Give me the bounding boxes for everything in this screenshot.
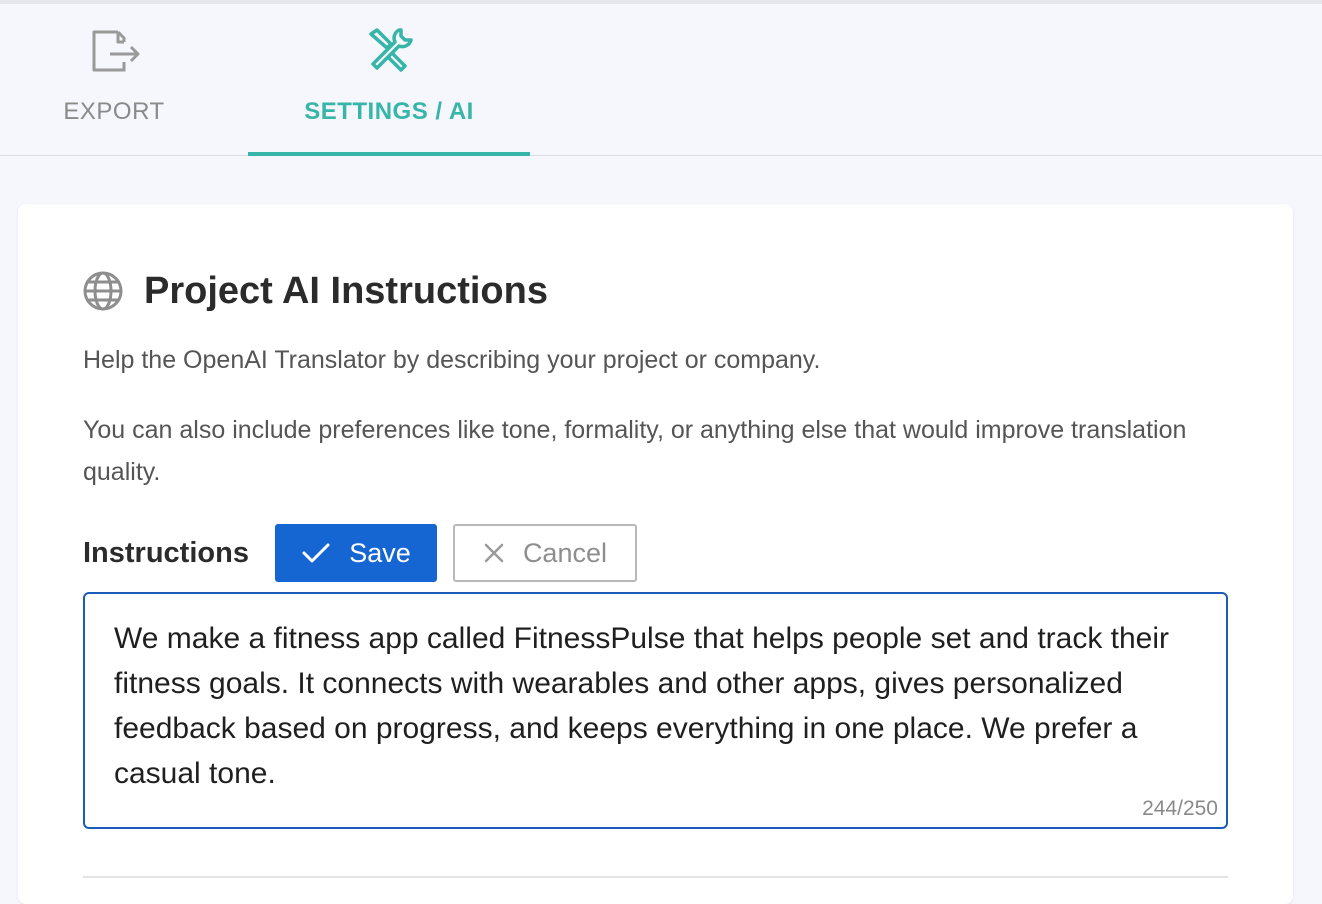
cancel-button[interactable]: Cancel bbox=[452, 524, 637, 582]
cancel-button-label: Cancel bbox=[522, 537, 607, 568]
tools-icon bbox=[365, 26, 413, 79]
ai-instructions-card: Project AI Instructions Help the OpenAI … bbox=[18, 204, 1293, 904]
instructions-toolbar: Instructions Save Cancel bbox=[83, 524, 637, 582]
tab-settings-ai[interactable]: SETTINGS / AI bbox=[248, 4, 530, 156]
globe-icon bbox=[82, 270, 124, 312]
card-header: Project AI Instructions bbox=[82, 268, 548, 314]
page-title: Project AI Instructions bbox=[144, 269, 548, 312]
save-button[interactable]: Save bbox=[274, 524, 437, 582]
tab-settings-label: SETTINGS / AI bbox=[304, 98, 474, 125]
instructions-field: We make a fitness app called FitnessPuls… bbox=[83, 592, 1228, 829]
divider bbox=[83, 876, 1228, 878]
close-icon bbox=[484, 543, 504, 563]
description-primary: Help the OpenAI Translator by describing… bbox=[83, 346, 821, 374]
instructions-textarea[interactable]: We make a fitness app called FitnessPuls… bbox=[114, 616, 1194, 801]
export-icon bbox=[88, 26, 140, 79]
save-button-label: Save bbox=[349, 537, 411, 568]
instructions-label: Instructions bbox=[83, 536, 249, 569]
active-tab-indicator bbox=[248, 152, 530, 156]
tab-export[interactable]: EXPORT bbox=[40, 4, 188, 155]
character-counter: 244/250 bbox=[1142, 797, 1218, 820]
check-icon bbox=[302, 543, 330, 563]
tab-export-label: EXPORT bbox=[63, 98, 165, 125]
tab-bar: EXPORT SETTINGS / AI bbox=[0, 4, 1322, 156]
description-secondary: You can also include preferences like to… bbox=[83, 416, 1187, 486]
